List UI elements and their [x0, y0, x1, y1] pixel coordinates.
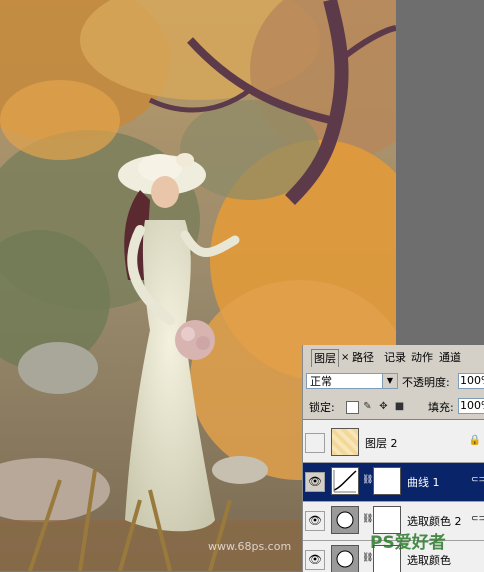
- blend-mode-select[interactable]: 正常 ▼: [306, 373, 398, 389]
- chevron-down-icon[interactable]: ▼: [382, 374, 397, 388]
- eye-icon[interactable]: 👁: [305, 472, 325, 492]
- watermark-logo: PS爱好者: [370, 533, 446, 553]
- layer-name: 曲线 1: [407, 476, 440, 489]
- visibility-toggle[interactable]: [305, 433, 325, 453]
- chain-link-icon[interactable]: ⛓: [362, 553, 373, 563]
- workspace-background: [396, 0, 484, 345]
- chain-link-icon[interactable]: ⛓: [362, 475, 373, 485]
- blend-row: 正常 ▼ 不透明度: 100%: [306, 373, 484, 391]
- tab-history[interactable]: 记录: [382, 349, 408, 366]
- fill-label: 填充:: [428, 401, 454, 414]
- eye-icon[interactable]: 👁: [305, 511, 325, 531]
- lock-label: 锁定:: [309, 401, 335, 414]
- opacity-label: 不透明度:: [402, 376, 450, 389]
- layer-row-selected[interactable]: 👁 ⛓ 曲线 1 ⊂⊃: [303, 463, 484, 502]
- fill-input[interactable]: 100%: [458, 398, 484, 414]
- tab-actions[interactable]: 动作: [409, 349, 435, 366]
- selective-color-icon: [331, 545, 359, 572]
- watermark-url: www.68ps.com: [208, 540, 292, 553]
- lock-icon: 🔒: [468, 435, 481, 446]
- layer-name: 图层 2: [365, 437, 398, 450]
- tab-layers[interactable]: 图层: [311, 349, 339, 367]
- eye-icon[interactable]: 👁: [305, 550, 325, 570]
- panel-tabs: 图层 × 路径 记录 动作 通道: [303, 349, 484, 367]
- layer-mask-thumbnail[interactable]: [373, 467, 401, 495]
- layer-row[interactable]: 图层 2 🔒: [303, 424, 484, 463]
- brush-icon[interactable]: ✎: [362, 401, 373, 412]
- lock-row: 锁定: ✎ ✥ ■ 填充: 100%: [306, 398, 484, 416]
- lock-transparency-icon[interactable]: [346, 401, 359, 414]
- move-icon[interactable]: ✥: [378, 401, 389, 412]
- layer-name: 选取颜色: [407, 554, 451, 567]
- layer-thumbnail: [331, 428, 359, 456]
- curves-icon: [331, 467, 359, 495]
- selective-color-icon: [331, 506, 359, 534]
- tab-paths[interactable]: 路径: [350, 349, 376, 366]
- lock-icon[interactable]: ■: [394, 401, 405, 412]
- opacity-input[interactable]: 100%: [458, 373, 484, 389]
- link-icon: ⊂⊃: [471, 475, 484, 485]
- chain-link-icon[interactable]: ⛓: [362, 514, 373, 524]
- tab-channels[interactable]: 通道: [437, 349, 463, 366]
- layer-name: 选取颜色 2: [407, 515, 462, 528]
- blend-mode-value: 正常: [310, 375, 332, 388]
- link-icon: ⊂⊃: [471, 514, 484, 524]
- close-icon[interactable]: ×: [341, 349, 349, 366]
